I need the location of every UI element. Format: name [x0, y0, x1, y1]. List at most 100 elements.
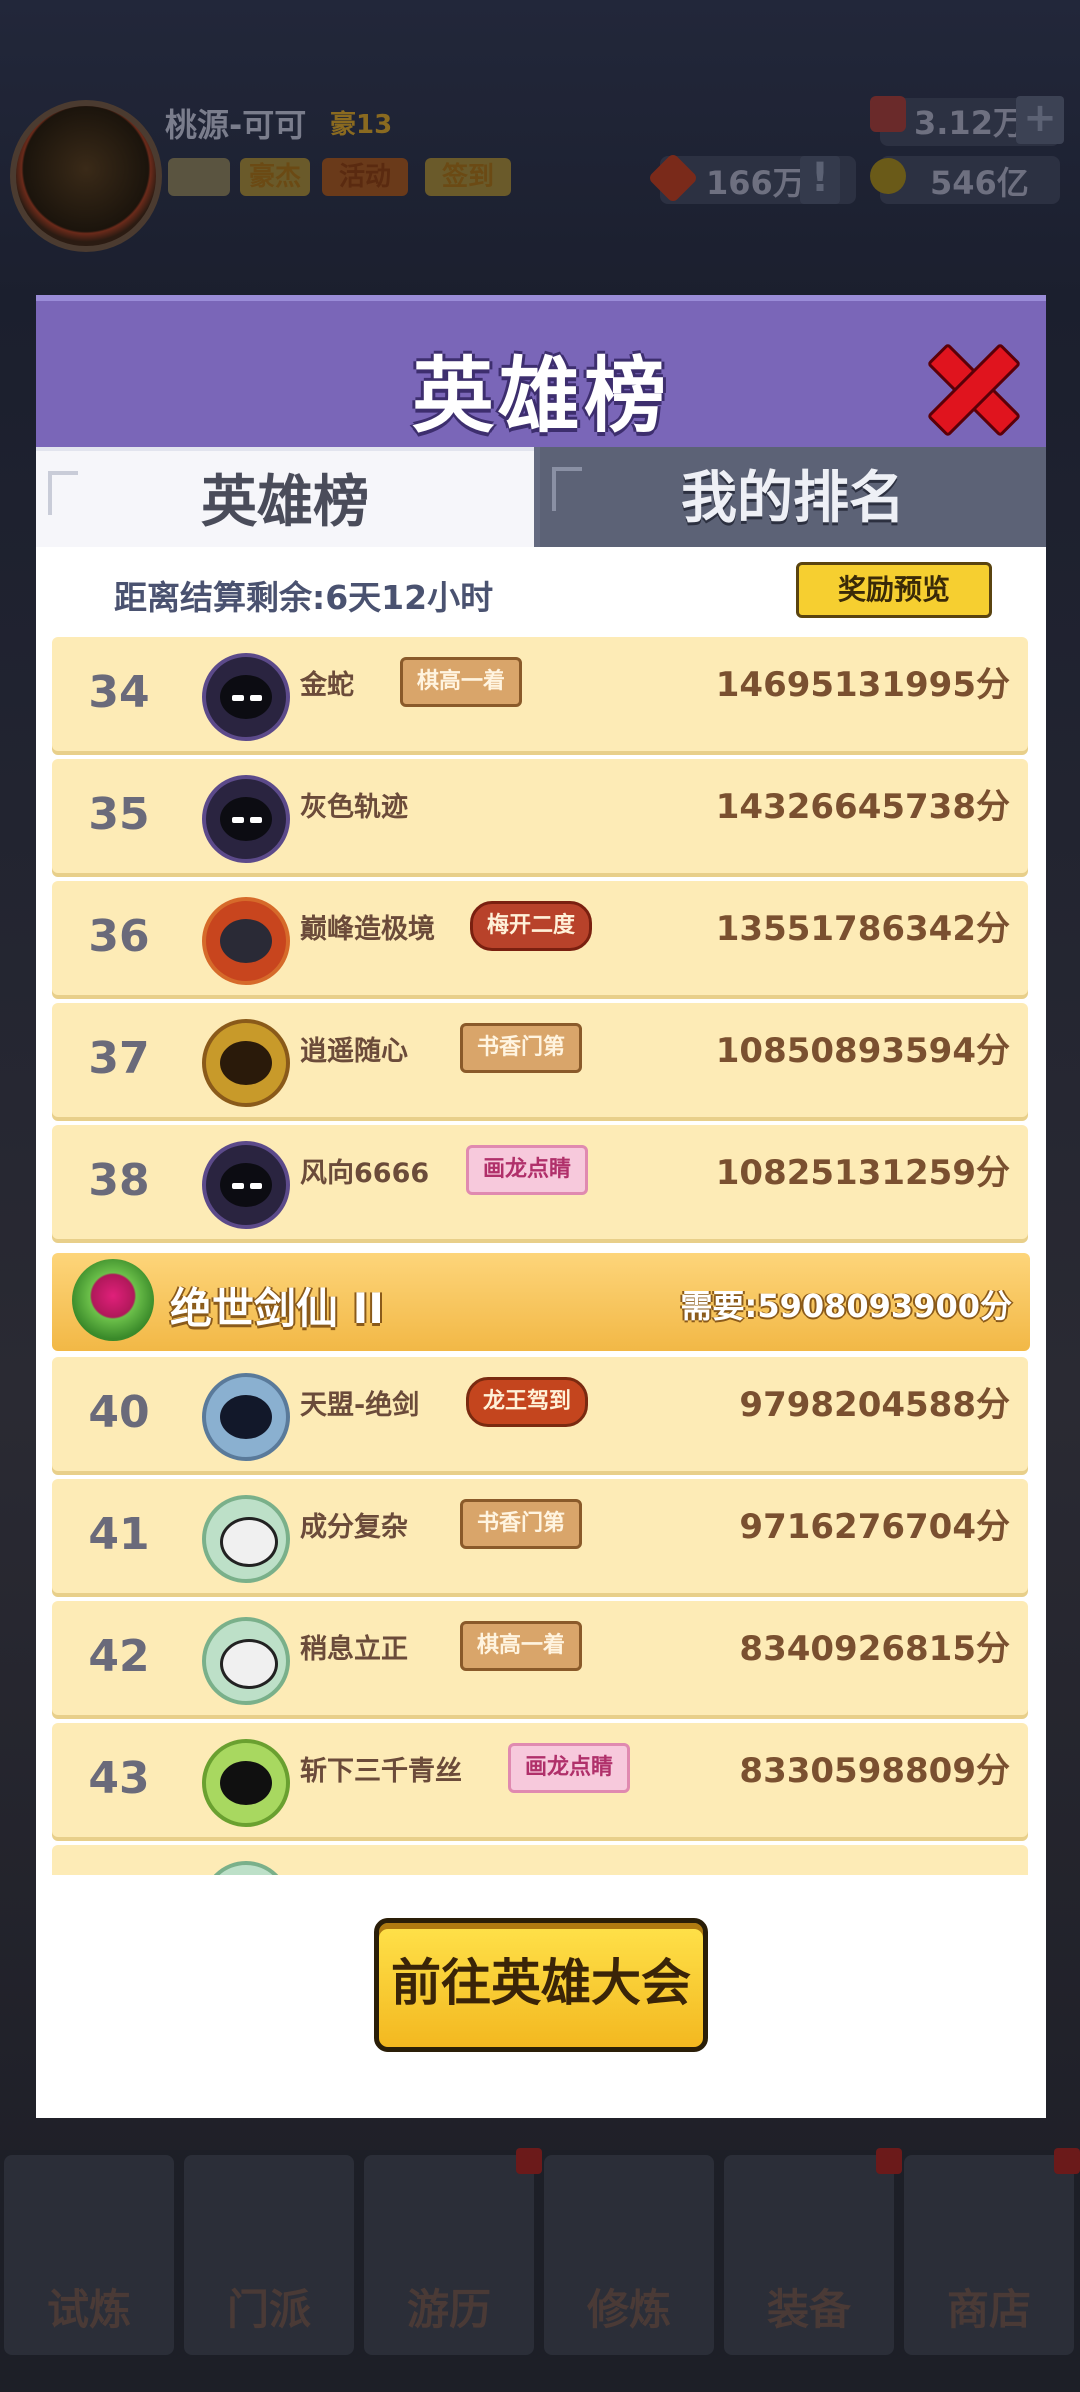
player-score: 14326645738分 [715, 787, 1010, 827]
ranking-row[interactable]: 41 成分复杂 书香门第 9716276704分 [52, 1479, 1028, 1593]
ranking-row[interactable]: 43 斩下三千青丝 画龙点睛 8330598809分 [52, 1723, 1028, 1837]
settlement-countdown: 距离结算剩余:6天12小时 [114, 578, 494, 617]
ranking-row[interactable]: 35 灰色轨迹 14326645738分 [52, 759, 1028, 873]
ranking-list[interactable]: 34 金蛇 棋高一着 14695131995分 35 灰色轨迹 14326645… [36, 637, 1046, 1875]
go-to-hero-conference-button[interactable]: 前往英雄大会 [374, 1918, 708, 2052]
token-info-button[interactable]: ! [800, 156, 840, 204]
player-avatar [202, 775, 290, 863]
player-name: 稍息立正 [300, 1634, 408, 1665]
add-gem-button[interactable]: + [1016, 96, 1064, 144]
title-badge: 龙王驾到 [466, 1377, 589, 1427]
rank-number: 42 [88, 1631, 150, 1682]
nav-equipment[interactable]: 装备 [724, 2155, 894, 2355]
player-avatar [202, 897, 290, 985]
player-name: 斩下三千青丝 [300, 1756, 462, 1787]
nav-label: 装备 [766, 2285, 851, 2334]
notification-dot [1054, 2148, 1080, 2174]
rank-number: 37 [88, 1033, 150, 1084]
ranking-row[interactable]: 36 巅峰造极境 梅开二度 13551786342分 [52, 881, 1028, 995]
close-icon[interactable] [926, 341, 1016, 431]
tab-bar: 英雄榜 我的排名 [36, 447, 1046, 547]
player-score: 8340926815分 [739, 1629, 1010, 1669]
player-avatar[interactable] [10, 100, 162, 252]
nav-label: 修炼 [586, 2285, 671, 2334]
player-avatar [202, 653, 290, 741]
title-badge: 棋高一着 [460, 1621, 583, 1671]
nav-label: 游历 [406, 2285, 491, 2334]
title-badge: 书香门第 [460, 1499, 583, 1549]
rank-number: 41 [88, 1509, 150, 1560]
player-level: 豪13 [330, 110, 393, 140]
rank-number: 36 [88, 911, 150, 962]
rank-number: 40 [88, 1387, 150, 1438]
notification-dot [876, 2148, 902, 2174]
title-badge: 书香门第 [460, 1023, 583, 1073]
player-name: 灰色轨迹 [300, 792, 408, 823]
tab-my-rank[interactable]: 我的排名 [540, 447, 1046, 547]
player-name: 成分复杂 [300, 1512, 408, 1543]
nav-trial[interactable]: 试炼 [4, 2155, 174, 2355]
ranking-row[interactable]: 34 金蛇 棋高一着 14695131995分 [52, 637, 1028, 751]
ranking-row[interactable] [52, 1845, 1028, 1875]
tier-name: 绝世剑仙 II [170, 1284, 384, 1333]
player-avatar [202, 1861, 290, 1875]
ranking-row[interactable]: 40 天盟-绝剑 龙王驾到 9798204588分 [52, 1357, 1028, 1471]
player-avatar [202, 1373, 290, 1461]
player-name: 天盟-绝剑 [300, 1390, 420, 1421]
player-avatar [202, 1019, 290, 1107]
corner-ornament [552, 467, 582, 511]
nav-label: 门派 [226, 2285, 311, 2334]
corner-ornament [48, 471, 78, 515]
tab-leaderboard[interactable]: 英雄榜 [36, 447, 534, 547]
mail-icon[interactable] [168, 158, 230, 196]
player-avatar [202, 1617, 290, 1705]
rank-number: 38 [88, 1155, 150, 1206]
player-score: 9798204588分 [739, 1385, 1010, 1425]
gold-coin-icon [870, 158, 906, 194]
token-count: 166万 [706, 164, 805, 202]
gold-count: 546亿 [930, 164, 1029, 202]
modal-header: 英雄榜 [36, 295, 1046, 447]
leaderboard-modal: 英雄榜 英雄榜 我的排名 距离结算剩余:6天12小时 奖励预览 34 金蛇 棋高… [36, 295, 1046, 2118]
tab-label: 我的排名 [681, 466, 905, 531]
nav-sect[interactable]: 门派 [184, 2155, 354, 2355]
tier-gem-icon [72, 1259, 154, 1341]
player-score: 10825131259分 [715, 1153, 1010, 1193]
player-name: 金蛇 [300, 670, 354, 701]
chip-haojie[interactable]: 豪杰 [240, 158, 310, 196]
subheader: 距离结算剩余:6天12小时 奖励预览 [36, 547, 1046, 637]
chip-activity[interactable]: 活动 [322, 158, 408, 196]
nav-travel[interactable]: 游历 [364, 2155, 534, 2355]
ranking-row[interactable]: 38 风向6666 画龙点睛 10825131259分 [52, 1125, 1028, 1239]
ranking-row[interactable]: 37 逍遥随心 书香门第 10850893594分 [52, 1003, 1028, 1117]
player-score: 10850893594分 [715, 1031, 1010, 1071]
nav-label: 商店 [946, 2285, 1031, 2334]
player-score: 8330598809分 [739, 1751, 1010, 1791]
reward-preview-button[interactable]: 奖励预览 [796, 562, 992, 618]
player-name: 逍遥随心 [300, 1036, 408, 1067]
notification-dot [516, 2148, 542, 2174]
nav-label: 试炼 [46, 2285, 131, 2334]
chip-checkin[interactable]: 签到 [425, 158, 511, 196]
tier-divider: 绝世剑仙 II 需要:5908093900分 [52, 1253, 1030, 1351]
player-score: 9716276704分 [739, 1507, 1010, 1547]
player-avatar [202, 1739, 290, 1827]
player-avatar [202, 1495, 290, 1583]
tab-label: 英雄榜 [201, 470, 369, 535]
title-badge: 梅开二度 [470, 901, 593, 951]
player-score: 14695131995分 [715, 665, 1010, 705]
rank-number: 43 [88, 1753, 150, 1804]
title-badge: 画龙点睛 [508, 1743, 631, 1793]
player-name: 桃源-可可 [165, 106, 307, 144]
player-avatar [202, 1141, 290, 1229]
nav-cultivate[interactable]: 修炼 [544, 2155, 714, 2355]
player-score: 13551786342分 [715, 909, 1010, 949]
title-badge: 棋高一着 [400, 657, 523, 707]
nav-shop[interactable]: 商店 [904, 2155, 1074, 2355]
rank-number: 35 [88, 789, 150, 840]
ranking-row[interactable]: 42 稍息立正 棋高一着 8340926815分 [52, 1601, 1028, 1715]
player-name: 巅峰造极境 [300, 914, 435, 945]
tier-requirement: 需要:5908093900分 [680, 1287, 1012, 1325]
player-name: 风向6666 [300, 1158, 430, 1189]
gem-icon [870, 96, 906, 132]
